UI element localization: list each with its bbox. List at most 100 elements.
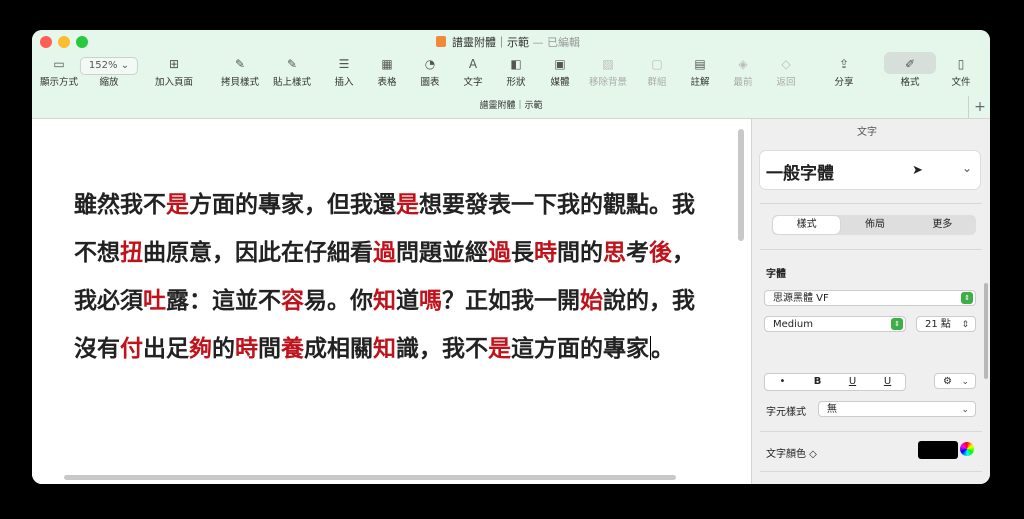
- toolbar-comment-button[interactable]: ▤ 註解: [690, 56, 709, 88]
- minimize-window-button[interactable]: [58, 36, 70, 48]
- add-tab-button[interactable]: +: [968, 96, 990, 118]
- toolbar-paste-style-button[interactable]: ✎ 貼上樣式: [273, 56, 311, 88]
- toolbar-zoom-button[interactable]: 152% ⌄ 縮放: [79, 56, 139, 88]
- document-body-text[interactable]: 雖然我不是方面的專家，但我還是想要發表一下我的觀點。我不想扭曲原意，因此在仔細看…: [74, 181, 714, 373]
- toolbar: 譜靈附體｜示範 — 已編輯 ▭ 顯示方式 152% ⌄ 縮放 ⊞ 加入頁面 ✎ 拷貝樣式 ✎ 貼上…: [32, 30, 990, 119]
- toolbar-insert-button[interactable]: ☰ 插入: [334, 56, 353, 88]
- insert-icon: ☰: [338, 57, 350, 71]
- text-color-swatch[interactable]: [918, 441, 958, 459]
- vertical-scrollbar[interactable]: [738, 129, 744, 241]
- highlighted-char: 養: [281, 336, 304, 362]
- toolbar-front-button[interactable]: ◈ 最前: [733, 56, 752, 88]
- bullet-button[interactable]: •: [765, 374, 800, 390]
- shape-icon: ◧: [510, 57, 522, 71]
- text-run: 識，我不: [396, 336, 488, 362]
- highlighted-char: 知: [373, 336, 396, 362]
- highlighted-char: 是: [166, 192, 189, 218]
- text-run: 道: [396, 288, 419, 314]
- highlighted-char: 過: [488, 240, 511, 266]
- mouse-pointer-icon: ➤: [912, 163, 923, 178]
- toolbar-label: 形狀: [506, 77, 526, 88]
- font-family-select[interactable]: 思源黑體 VF ⇕: [764, 290, 976, 306]
- highlighted-char: 思: [603, 240, 626, 266]
- zoom-select[interactable]: 152% ⌄: [79, 57, 139, 75]
- toolbar-copy-style-button[interactable]: ✎ 拷貝樣式: [221, 56, 259, 88]
- sidebar-tabs: 樣式 佈局 更多: [772, 215, 976, 235]
- toolbar-text-button[interactable]: A 文字: [463, 56, 482, 88]
- text-options-button[interactable]: ⚙ ⌄: [934, 373, 976, 389]
- toolbar-view-button[interactable]: ▭ 顯示方式: [40, 56, 78, 88]
- text-run: 這方面的專家: [511, 336, 649, 362]
- document-file-icon: [436, 36, 446, 47]
- toolbar-label: 格式: [900, 77, 920, 88]
- toolbar-back-button[interactable]: ◇ 返回: [776, 56, 795, 88]
- toolbar-label: 加入頁面: [154, 77, 194, 88]
- highlighted-char: 時: [235, 336, 258, 362]
- horizontal-scrollbar[interactable]: [64, 475, 676, 480]
- comment-icon: ▤: [694, 57, 706, 71]
- paragraph-style-label: 一般字體: [766, 164, 834, 184]
- window-title: 譜靈附體｜示範 — 已編輯: [436, 34, 580, 50]
- char-style-select[interactable]: 無 ⌄: [818, 401, 976, 417]
- toolbar-label: 圖表: [420, 77, 440, 88]
- toolbar-media-button[interactable]: ▣ 媒體: [550, 56, 569, 88]
- toolbar-label: 分享: [834, 77, 854, 88]
- text-run: ？正如我一開: [442, 288, 580, 314]
- share-icon: ⇪: [838, 57, 850, 71]
- color-wheel-icon[interactable]: [960, 442, 974, 456]
- text-run: 成相關: [304, 336, 373, 362]
- tab-更多[interactable]: 更多: [909, 215, 976, 235]
- document-canvas[interactable]: 雖然我不是方面的專家，但我還是想要發表一下我的觀點。我不想扭曲原意，因此在仔細看…: [32, 119, 750, 484]
- divider: [760, 249, 982, 250]
- document-tab-title: 譜靈附體｜示範: [479, 101, 543, 111]
- highlighted-char: 嗎: [419, 288, 442, 314]
- highlighted-char: 知: [373, 288, 396, 314]
- paragraph-style-selector[interactable]: 一般字體 ➤ ⌄: [760, 151, 980, 189]
- toolbar-share-button[interactable]: ⇪ 分享: [834, 56, 853, 88]
- close-window-button[interactable]: [40, 36, 52, 48]
- toolbar-table-button[interactable]: ▦ 表格: [377, 56, 396, 88]
- zoom-window-button[interactable]: [76, 36, 88, 48]
- document-icon: ▯: [957, 57, 965, 71]
- toolbar-label: 拷貝樣式: [220, 77, 260, 88]
- font-size-field[interactable]: 21 點 ⇕: [916, 316, 976, 332]
- font-section-label: 字體: [766, 269, 786, 280]
- bold-button[interactable]: B: [800, 374, 835, 390]
- divider: [760, 203, 982, 204]
- text-run: 間: [258, 336, 281, 362]
- size-stepper-icon: ⇕: [961, 320, 969, 330]
- underline-button[interactable]: U: [870, 374, 905, 390]
- toolbar-format-brush-button[interactable]: ✐ 格式: [900, 56, 919, 88]
- font-weight-select[interactable]: Medium ⇕: [764, 316, 906, 332]
- stepper-icon: ⇕: [961, 292, 973, 304]
- toolbar-chart-button[interactable]: ◔ 圖表: [420, 56, 439, 88]
- text-run: 的: [212, 336, 235, 362]
- chart-icon: ◔: [424, 57, 436, 71]
- highlighted-char: 付: [120, 336, 143, 362]
- text-run: 曲原意，因此在仔細看: [143, 240, 373, 266]
- tab-佈局[interactable]: 佈局: [841, 215, 908, 235]
- text-icon: A: [468, 57, 478, 71]
- toolbar-group-button[interactable]: ▢ 群組: [647, 56, 666, 88]
- toolbar-label: 插入: [334, 77, 354, 88]
- add-page-icon: ⊞: [168, 57, 180, 71]
- toolbar-shape-button[interactable]: ◧ 形狀: [506, 56, 525, 88]
- toolbar-label: 文件: [951, 77, 971, 88]
- italic-button[interactable]: U: [835, 374, 870, 390]
- toolbar-document-button[interactable]: ▯ 文件: [951, 56, 970, 88]
- sidebar-scrollbar[interactable]: [984, 283, 988, 379]
- highlighted-char: 是: [488, 336, 511, 362]
- text-run: 間的: [557, 240, 603, 266]
- highlighted-char: 過: [373, 240, 396, 266]
- toolbar-label: 貼上樣式: [272, 77, 312, 88]
- char-style-label: 字元樣式: [766, 407, 806, 418]
- sidebar-title: 文字: [857, 127, 877, 138]
- highlighted-char: 時: [534, 240, 557, 266]
- divider: [760, 431, 982, 432]
- toolbar-remove-bg-button[interactable]: ▨ 移除背景: [589, 56, 627, 88]
- tab-樣式[interactable]: 樣式: [773, 216, 841, 234]
- media-icon: ▣: [554, 57, 566, 71]
- view-icon: ▭: [53, 57, 65, 71]
- toolbar-add-page-button[interactable]: ⊞ 加入頁面: [155, 56, 193, 88]
- table-icon: ▦: [381, 57, 393, 71]
